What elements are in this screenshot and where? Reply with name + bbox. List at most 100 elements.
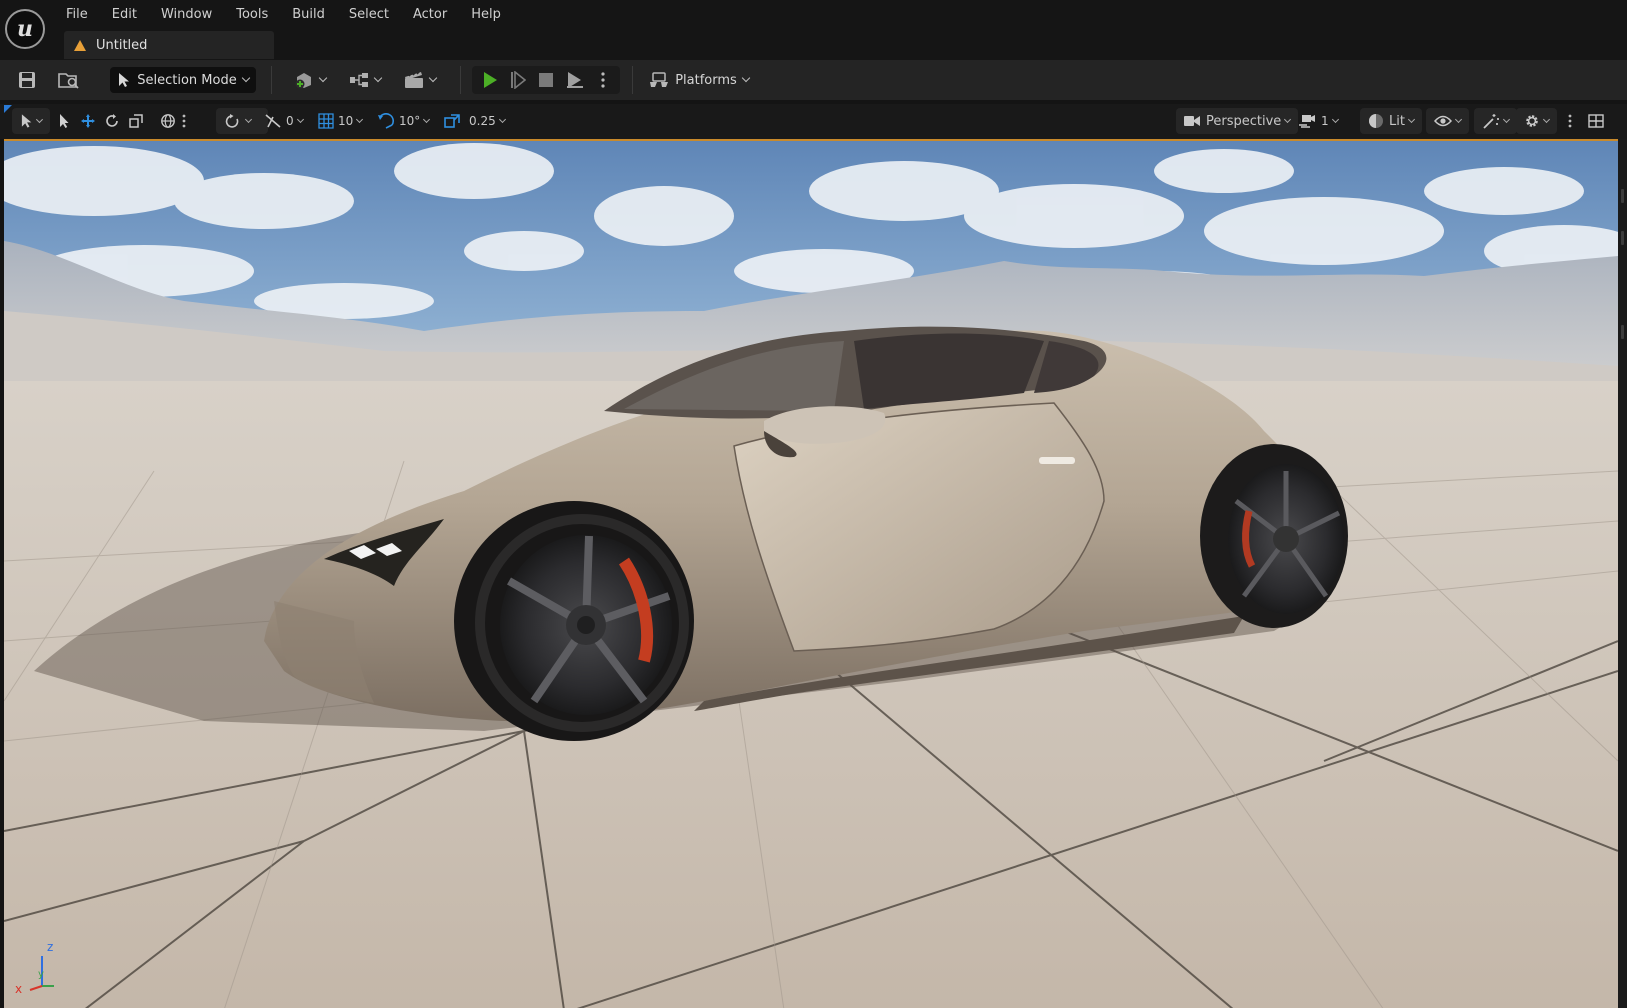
logo-glyph: u xyxy=(17,16,33,42)
lit-sphere-icon xyxy=(1369,114,1383,128)
play-controls xyxy=(472,66,620,94)
chevron-down-icon xyxy=(356,115,364,124)
chevron-down-icon xyxy=(428,73,438,83)
select-tool-icon[interactable] xyxy=(58,108,70,134)
selection-mode-label: Selection Mode xyxy=(137,72,237,88)
cinematics-icon xyxy=(405,71,423,88)
surface-snap-value: 0 xyxy=(286,114,294,128)
menu-actor[interactable]: Actor xyxy=(401,0,459,30)
menu-window[interactable]: Window xyxy=(149,0,224,30)
surface-snapping-button[interactable] xyxy=(216,108,268,134)
blueprint-icon xyxy=(350,73,368,87)
selection-mode-button[interactable]: Selection Mode xyxy=(110,67,256,93)
add-actor-button[interactable] xyxy=(290,67,330,93)
separator xyxy=(460,66,461,94)
scale-snap-icon xyxy=(444,114,460,128)
axis-z-label: z xyxy=(47,940,54,954)
cinematics-button[interactable] xyxy=(400,67,440,93)
effects-wand-icon xyxy=(1483,114,1499,129)
scene-render xyxy=(4,141,1618,1008)
warning-icon xyxy=(74,39,86,51)
menu-select[interactable]: Select xyxy=(337,0,401,30)
platforms-button[interactable]: Platforms xyxy=(647,67,751,93)
view-mode-button[interactable]: Perspective xyxy=(1176,108,1299,134)
rotation-snap-button[interactable]: 10° xyxy=(377,108,431,134)
chevron-down-icon xyxy=(1542,115,1551,124)
chevron-down-icon xyxy=(373,73,383,83)
level-viewport[interactable]: z y x xyxy=(4,139,1618,1008)
viewport-side-strip xyxy=(1618,139,1627,1008)
menu-tools[interactable]: Tools xyxy=(224,0,280,30)
platforms-icon xyxy=(650,72,669,87)
axis-x-label: x xyxy=(15,982,23,996)
menu-edit[interactable]: Edit xyxy=(100,0,149,30)
camera-icon xyxy=(1184,116,1200,126)
stop-icon[interactable] xyxy=(534,67,558,93)
rotation-snap-icon xyxy=(378,113,395,129)
world-space-icon[interactable] xyxy=(160,108,176,134)
add-actor-icon xyxy=(295,73,311,89)
camera-speed-button[interactable]: 1 xyxy=(1298,108,1339,134)
grid-snap-icon xyxy=(318,113,334,129)
axis-y-label: y xyxy=(38,969,44,980)
menu-file[interactable]: File xyxy=(54,0,100,30)
viewport-options-kebab-icon[interactable] xyxy=(1568,108,1572,134)
view-mode-label: Perspective xyxy=(1206,113,1282,129)
viewport-toolbar: 0 10 10° 0.25 Perspective 1 Lit xyxy=(0,104,1627,139)
eye-icon xyxy=(1434,115,1452,127)
scalability-button[interactable] xyxy=(1474,108,1517,134)
grid-snap-button[interactable]: 10 xyxy=(318,108,364,134)
document-title: Untitled xyxy=(96,37,148,53)
chevron-down-icon xyxy=(1454,115,1463,124)
menu-help[interactable]: Help xyxy=(459,0,513,30)
select-cursor-icon xyxy=(21,114,32,128)
chevron-down-icon xyxy=(296,115,304,124)
chevron-down-icon xyxy=(423,115,431,124)
separator xyxy=(271,66,272,94)
blueprint-button[interactable] xyxy=(345,67,385,93)
surface-snap-button[interactable]: 0 xyxy=(264,108,304,134)
axis-gizmo: z y x xyxy=(12,940,62,1000)
selection-mode-icon xyxy=(119,73,130,87)
eject-icon[interactable] xyxy=(562,67,588,93)
play-options-kebab-icon[interactable] xyxy=(594,67,612,93)
play-icon[interactable] xyxy=(478,67,502,93)
chevron-down-icon xyxy=(318,73,328,83)
chevron-down-icon xyxy=(241,73,250,83)
unreal-logo-icon[interactable]: u xyxy=(5,9,45,49)
menu-build[interactable]: Build xyxy=(280,0,337,30)
surface-snap-icon xyxy=(265,114,281,128)
content-browser-icon[interactable] xyxy=(54,67,84,93)
platforms-label: Platforms xyxy=(675,72,737,88)
main-menu: File Edit Window Tools Build Select Acto… xyxy=(54,0,513,30)
gear-icon xyxy=(1526,115,1538,127)
document-tab[interactable]: Untitled xyxy=(64,31,274,59)
frame-skip-icon[interactable] xyxy=(506,67,530,93)
save-icon[interactable] xyxy=(14,67,40,93)
camera-speed-icon xyxy=(1299,115,1315,128)
chevron-down-icon xyxy=(1284,115,1292,124)
transform-mode-button[interactable] xyxy=(12,108,50,134)
lighting-mode-label: Lit xyxy=(1389,113,1405,129)
rotate-tool-icon[interactable] xyxy=(104,108,120,134)
camera-speed-value: 1 xyxy=(1321,114,1329,128)
lighting-mode-button[interactable]: Lit xyxy=(1360,108,1422,134)
scale-tool-icon[interactable] xyxy=(128,108,144,134)
strip-mark xyxy=(1621,325,1624,339)
scale-snap-button[interactable]: 0.25 xyxy=(443,108,506,134)
strip-mark xyxy=(1621,231,1624,245)
transform-options-kebab-icon[interactable] xyxy=(182,108,186,134)
separator xyxy=(632,66,633,94)
viewport-layout-icon[interactable] xyxy=(1588,108,1604,134)
scale-snap-value: 0.25 xyxy=(469,114,496,128)
active-viewport-corner-marker xyxy=(4,105,12,113)
chevron-down-icon xyxy=(1502,115,1511,124)
show-flags-button[interactable] xyxy=(1426,108,1469,134)
translate-tool-icon[interactable] xyxy=(80,108,96,134)
chevron-down-icon xyxy=(244,115,253,124)
viewport-settings-button[interactable] xyxy=(1516,108,1557,134)
chevron-down-icon xyxy=(36,116,44,123)
chevron-down-icon xyxy=(498,115,506,124)
chevron-down-icon xyxy=(1331,115,1339,124)
chevron-down-icon xyxy=(741,73,751,83)
